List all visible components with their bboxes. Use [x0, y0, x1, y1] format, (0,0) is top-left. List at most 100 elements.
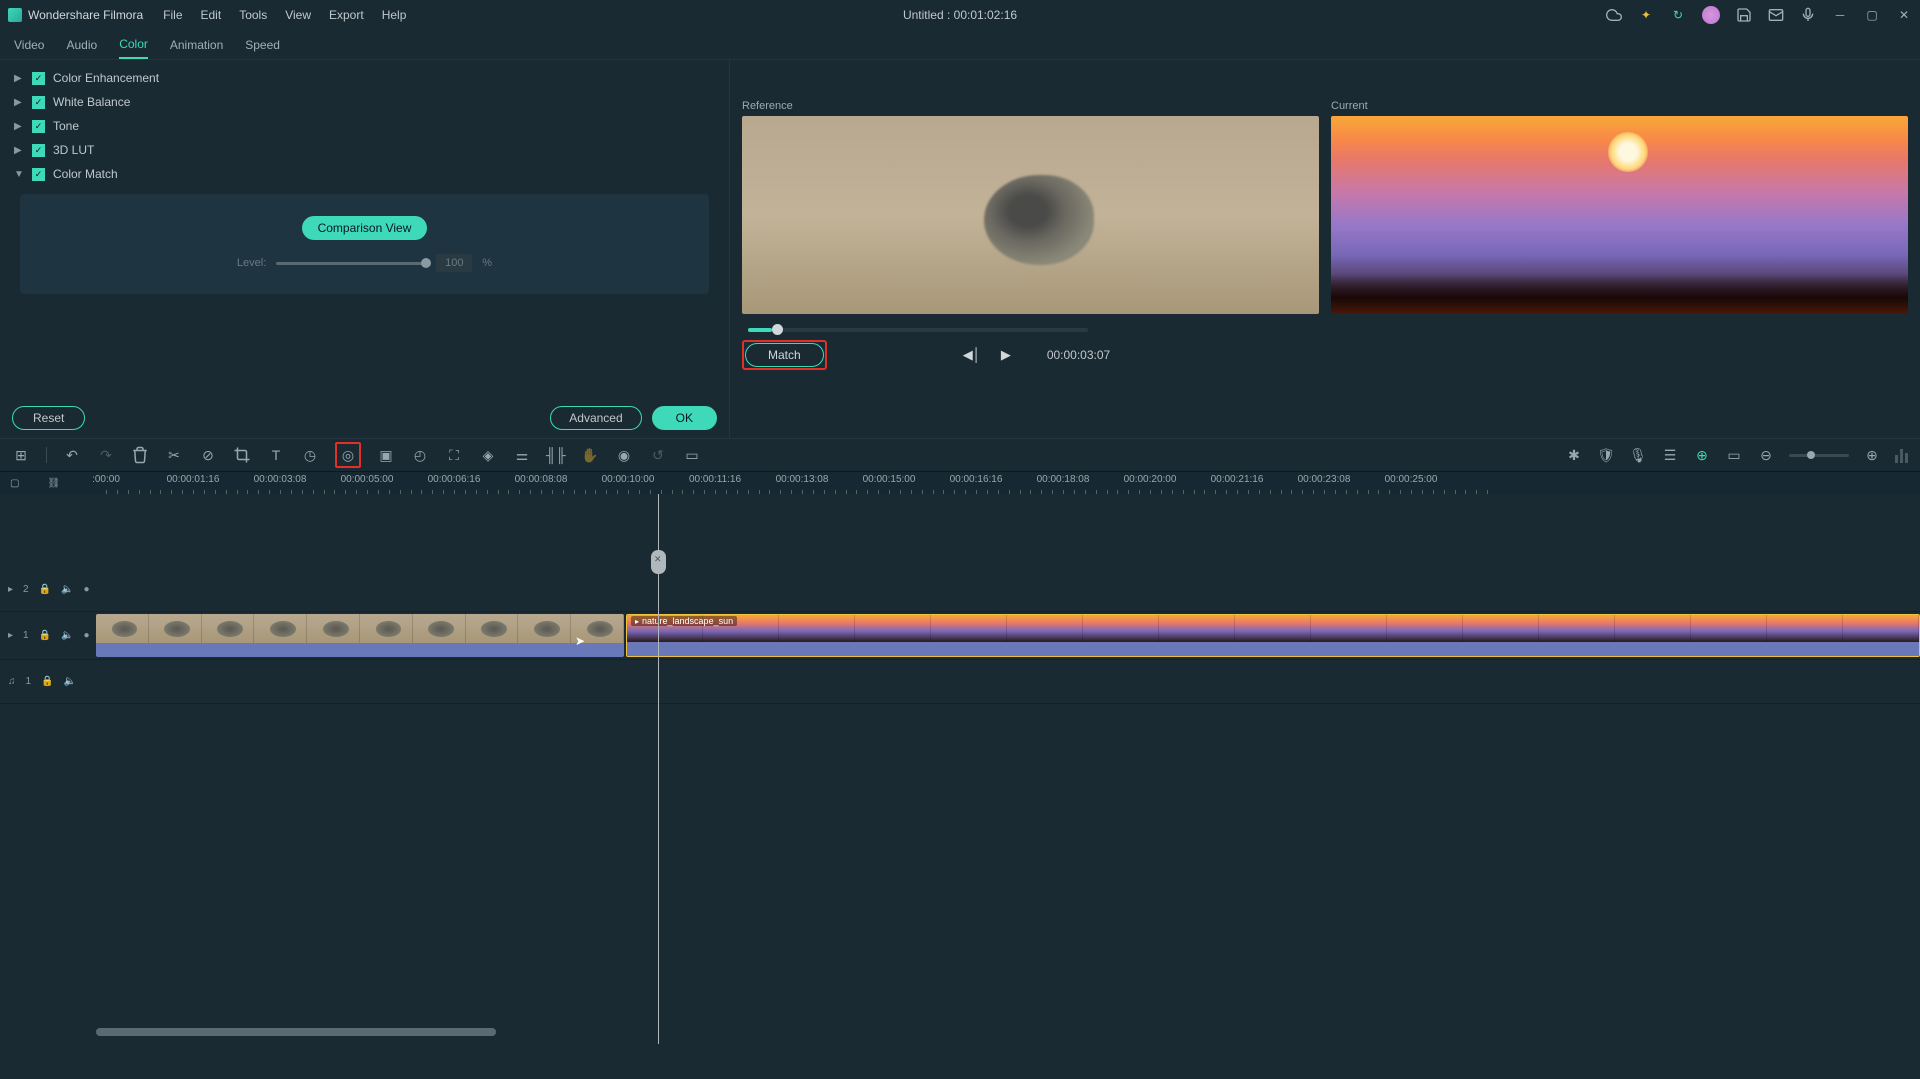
section-tone[interactable]: ▶ ✓ Tone [0, 114, 729, 138]
checkbox-3dlut[interactable]: ✓ [32, 144, 45, 157]
chevron-down-icon[interactable]: ▼ [14, 169, 24, 180]
reference-scrubber[interactable] [748, 328, 1088, 332]
chroma-icon[interactable]: ▣ [377, 446, 395, 464]
level-value[interactable]: 100 [436, 254, 472, 272]
menu-export[interactable]: Export [329, 8, 364, 22]
mail-icon[interactable] [1768, 7, 1784, 23]
audio-track-1[interactable]: ♫ 1 🔒 🔈 [0, 660, 1920, 704]
cut-icon[interactable]: ✂ [165, 446, 183, 464]
keyframe-icon[interactable]: ▭ [683, 446, 701, 464]
timeline-ruler[interactable]: ▢ ⛓ :00:0000:00:01:1600:00:03:0800:00:05… [0, 472, 1920, 494]
ok-button[interactable]: OK [652, 406, 717, 430]
color-match-tool-icon[interactable]: ◎ [339, 446, 357, 464]
zoom-out-icon[interactable]: ⊖ [1757, 446, 1775, 464]
tracking-icon[interactable]: ◉ [615, 446, 633, 464]
section-color-match[interactable]: ▼ ✓ Color Match [0, 162, 729, 186]
tag-icon[interactable]: ◈ [479, 446, 497, 464]
checkbox-color-enhancement[interactable]: ✓ [32, 72, 45, 85]
section-white-balance[interactable]: ▶ ✓ White Balance [0, 90, 729, 114]
chevron-right-icon[interactable]: ▶ [14, 145, 24, 156]
thumbnails-toggle-icon[interactable]: ▢ [10, 478, 19, 489]
prev-frame-icon[interactable]: ◀│ [963, 347, 981, 363]
prohibit-icon[interactable]: ⊘ [199, 446, 217, 464]
playhead-handle[interactable] [651, 550, 666, 574]
menu-edit[interactable]: Edit [201, 8, 222, 22]
mute-icon[interactable]: 🔈 [64, 676, 76, 687]
menu-file[interactable]: File [163, 8, 182, 22]
comparison-view-button[interactable]: Comparison View [302, 216, 428, 240]
timer-icon[interactable]: ◴ [411, 446, 429, 464]
close-icon[interactable]: ✕ [1896, 7, 1912, 23]
delete-icon[interactable] [131, 446, 149, 464]
checkbox-white-balance[interactable]: ✓ [32, 96, 45, 109]
section-3dlut[interactable]: ▶ ✓ 3D LUT [0, 138, 729, 162]
tab-video[interactable]: Video [14, 32, 44, 58]
chevron-right-icon[interactable]: ▶ [14, 121, 24, 132]
speed-icon[interactable]: ◷ [301, 446, 319, 464]
zoom-slider[interactable] [1789, 454, 1849, 457]
audio-track-icon[interactable]: ♫ [8, 676, 16, 687]
refresh-icon[interactable]: ↻ [1670, 7, 1686, 23]
grid-icon[interactable]: ⊞ [12, 446, 30, 464]
expand-icon[interactable]: ⛶ [445, 446, 463, 464]
shield-icon[interactable]: 🛡 [1597, 446, 1615, 464]
checkbox-color-match[interactable]: ✓ [32, 168, 45, 181]
playhead[interactable] [658, 494, 659, 1044]
save-icon[interactable] [1736, 7, 1752, 23]
voiceover-icon[interactable]: 🎙 [1629, 446, 1647, 464]
chevron-right-icon[interactable]: ▶ [14, 73, 24, 84]
title-bar: Wondershare Filmora File Edit Tools View… [0, 0, 1920, 30]
link-icon[interactable]: ⛓ [47, 478, 60, 489]
advanced-button[interactable]: Advanced [550, 406, 641, 430]
motion-icon[interactable]: ↺ [649, 446, 667, 464]
track-toggle-icon[interactable]: ▸ [8, 584, 13, 595]
maximize-icon[interactable]: ▢ [1864, 7, 1880, 23]
chevron-right-icon[interactable]: ▶ [14, 97, 24, 108]
lock-icon[interactable]: 🔒 [39, 584, 51, 595]
section-color-enhancement[interactable]: ▶ ✓ Color Enhancement [0, 66, 729, 90]
sparkle-icon[interactable]: ✦ [1638, 7, 1654, 23]
clip-landscape[interactable]: nature_landscape_sun [626, 614, 1920, 657]
user-avatar[interactable] [1702, 6, 1720, 24]
render-icon[interactable]: ✱ [1565, 446, 1583, 464]
mic-icon[interactable] [1800, 7, 1816, 23]
list-icon[interactable]: ☰ [1661, 446, 1679, 464]
visibility-icon[interactable]: ● [84, 584, 90, 595]
menu-help[interactable]: Help [382, 8, 407, 22]
tab-color[interactable]: Color [119, 31, 148, 59]
video-track-2[interactable]: ▸ 2 🔒 🔈 ● [0, 568, 1920, 612]
clip-seal[interactable]: unnamed [96, 614, 624, 657]
property-panel: ▶ ✓ Color Enhancement ▶ ✓ White Balance … [0, 60, 730, 438]
visibility-icon[interactable]: ● [84, 630, 90, 641]
track-toggle-icon[interactable]: ▸ [8, 630, 13, 641]
lock-icon[interactable]: 🔒 [39, 630, 51, 641]
audio-meter-icon[interactable] [1895, 447, 1908, 463]
menu-tools[interactable]: Tools [239, 8, 267, 22]
tab-speed[interactable]: Speed [245, 32, 280, 58]
equalizer-icon[interactable]: ╢╟ [547, 446, 565, 464]
level-slider[interactable] [276, 262, 426, 265]
play-icon[interactable]: ▶ [1001, 347, 1011, 363]
video-track-1[interactable]: ▸ 1 🔒 🔈 ● unnamed nature_landscape_sun [0, 612, 1920, 660]
zoom-in-icon[interactable]: ⊕ [1863, 446, 1881, 464]
crop-icon[interactable] [233, 446, 251, 464]
hand-icon[interactable]: ✋ [581, 446, 599, 464]
tab-audio[interactable]: Audio [66, 32, 97, 58]
lock-icon[interactable]: 🔒 [41, 676, 53, 687]
menu-view[interactable]: View [285, 8, 311, 22]
mute-icon[interactable]: 🔈 [61, 584, 73, 595]
redo-icon[interactable]: ↷ [97, 446, 115, 464]
checkbox-tone[interactable]: ✓ [32, 120, 45, 133]
match-button[interactable]: Match [745, 343, 824, 367]
color-wheel-icon[interactable]: ⊕ [1693, 446, 1711, 464]
minimize-icon[interactable]: ─ [1832, 7, 1848, 23]
reset-button[interactable]: Reset [12, 406, 85, 430]
horizontal-scrollbar[interactable] [96, 1028, 496, 1036]
undo-icon[interactable]: ↶ [63, 446, 81, 464]
marker-icon[interactable]: ▭ [1725, 446, 1743, 464]
adjust-icon[interactable]: ⚌ [513, 446, 531, 464]
mute-icon[interactable]: 🔈 [61, 630, 73, 641]
text-icon[interactable]: T [267, 446, 285, 464]
cloud-icon[interactable] [1606, 7, 1622, 23]
tab-animation[interactable]: Animation [170, 32, 223, 58]
